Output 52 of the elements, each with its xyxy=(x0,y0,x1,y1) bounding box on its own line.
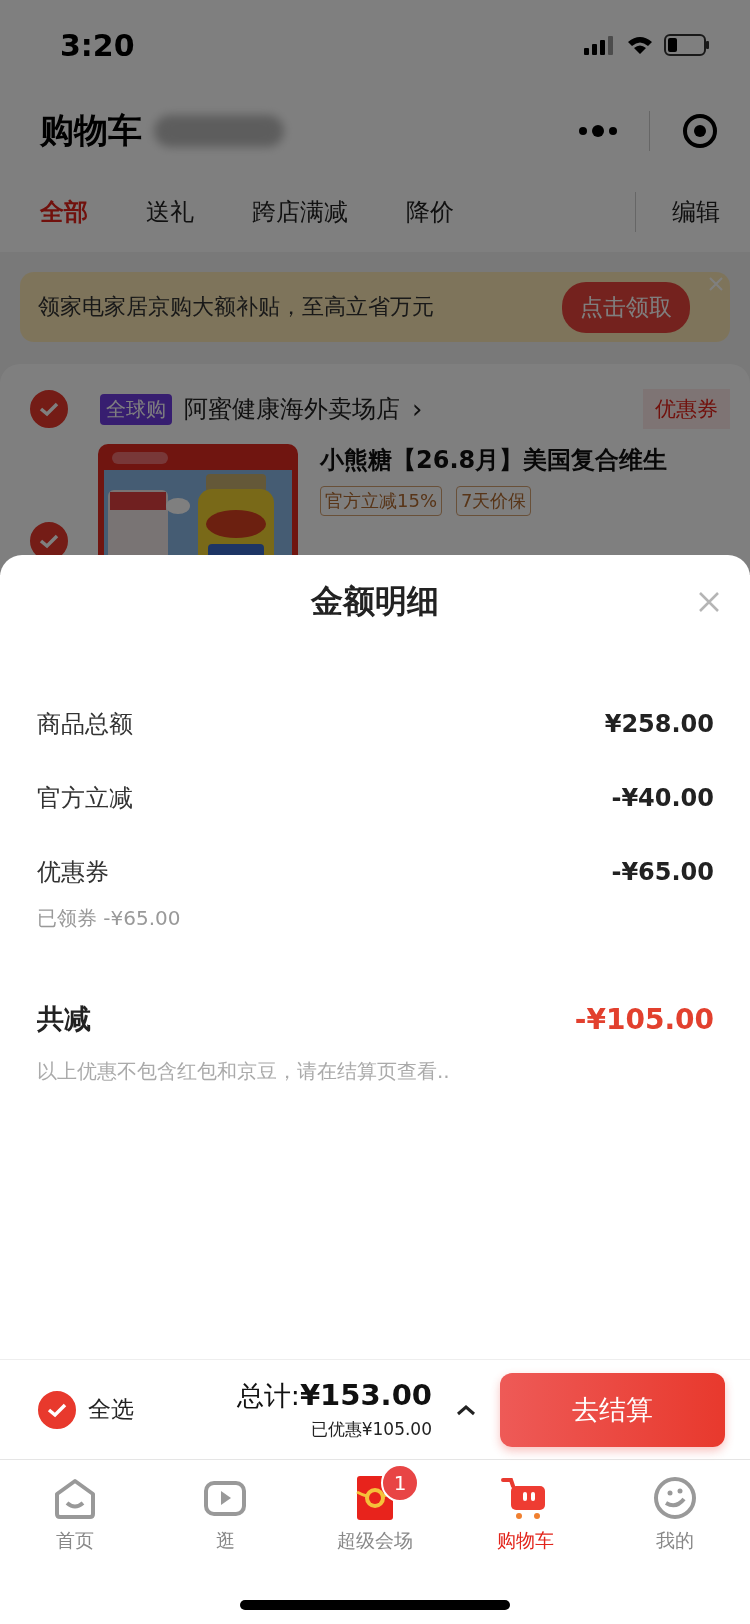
amount-value: -¥65.00 xyxy=(611,858,714,886)
amount-label: 官方立减 xyxy=(37,783,133,814)
nav-tab[interactable]: 购物车 xyxy=(450,1460,600,1560)
edit-button[interactable]: 编辑 xyxy=(672,196,720,228)
count-badge: 1 xyxy=(381,1464,419,1502)
amount-label: 优惠券 xyxy=(37,857,109,888)
battery-icon xyxy=(664,34,710,56)
select-all-label[interactable]: 全选 xyxy=(88,1394,134,1425)
more-icon[interactable] xyxy=(577,124,618,138)
target-icon[interactable] xyxy=(682,113,719,149)
filter-tab[interactable]: 全部 xyxy=(40,196,88,228)
chevron-icon[interactable]: › xyxy=(412,394,423,424)
coupon-button[interactable]: 优惠券 xyxy=(643,389,730,429)
wifi-icon xyxy=(626,35,654,55)
checkbox[interactable] xyxy=(30,390,68,428)
promo-tag: 官方立减15% xyxy=(320,486,442,516)
check-icon xyxy=(38,401,60,417)
checkbox[interactable] xyxy=(38,1390,76,1429)
nav-tab[interactable]: 我的 xyxy=(600,1460,750,1560)
saved-amount: 已优惠¥105.00 xyxy=(310,1418,432,1441)
amount-value: ¥258.00 xyxy=(604,710,714,738)
smiley-icon xyxy=(652,1475,698,1521)
amount-label: 商品总额 xyxy=(37,709,133,740)
nav-tab[interactable]: 逛 xyxy=(150,1460,300,1560)
nav-tab[interactable]: 首页 xyxy=(0,1460,150,1560)
coupon-detail: 已领券 -¥65.00 xyxy=(37,905,182,932)
page-title: 购物车 xyxy=(40,109,142,152)
filter-tab[interactable]: 降价 xyxy=(406,196,454,228)
filter-tab[interactable]: 跨店满减 xyxy=(252,196,348,228)
caret-icon[interactable] xyxy=(456,1403,476,1416)
nav-tab[interactable]: 1 超级会场 xyxy=(300,1460,450,1560)
total-discount: -¥105.00 xyxy=(574,1002,714,1036)
filter-tab[interactable]: 送礼 xyxy=(146,196,194,228)
signal-icon xyxy=(584,35,616,55)
home-icon xyxy=(53,1476,97,1520)
store-name[interactable]: 阿蜜健康海外卖场店 xyxy=(184,393,400,425)
status-time: 3:20 xyxy=(60,27,135,63)
check-icon xyxy=(38,533,60,549)
play-icon xyxy=(203,1478,247,1518)
total-label: 共减 xyxy=(37,1002,91,1036)
sheet-title: 金额明细 xyxy=(311,581,439,622)
global-badge: 全球购 xyxy=(100,393,172,425)
claim-button[interactable]: 点击领取 xyxy=(562,281,690,333)
product-title[interactable]: 小熊糖【26.8月】美国复合维生 xyxy=(320,444,668,476)
check-icon xyxy=(46,1401,68,1418)
banner-text: 领家电家居京购大额补贴，至高立省万元 xyxy=(38,293,434,321)
discount-note: 以上优惠不包含红包和京豆，请在结算页查看.. xyxy=(37,1058,451,1085)
amount-value: -¥40.00 xyxy=(611,784,714,812)
total-price: ¥153.00 xyxy=(299,1378,432,1412)
checkout-button[interactable]: 去结算 xyxy=(500,1372,725,1447)
promo-tag: 7天价保 xyxy=(456,486,532,516)
total-label: 总计: xyxy=(236,1379,300,1413)
